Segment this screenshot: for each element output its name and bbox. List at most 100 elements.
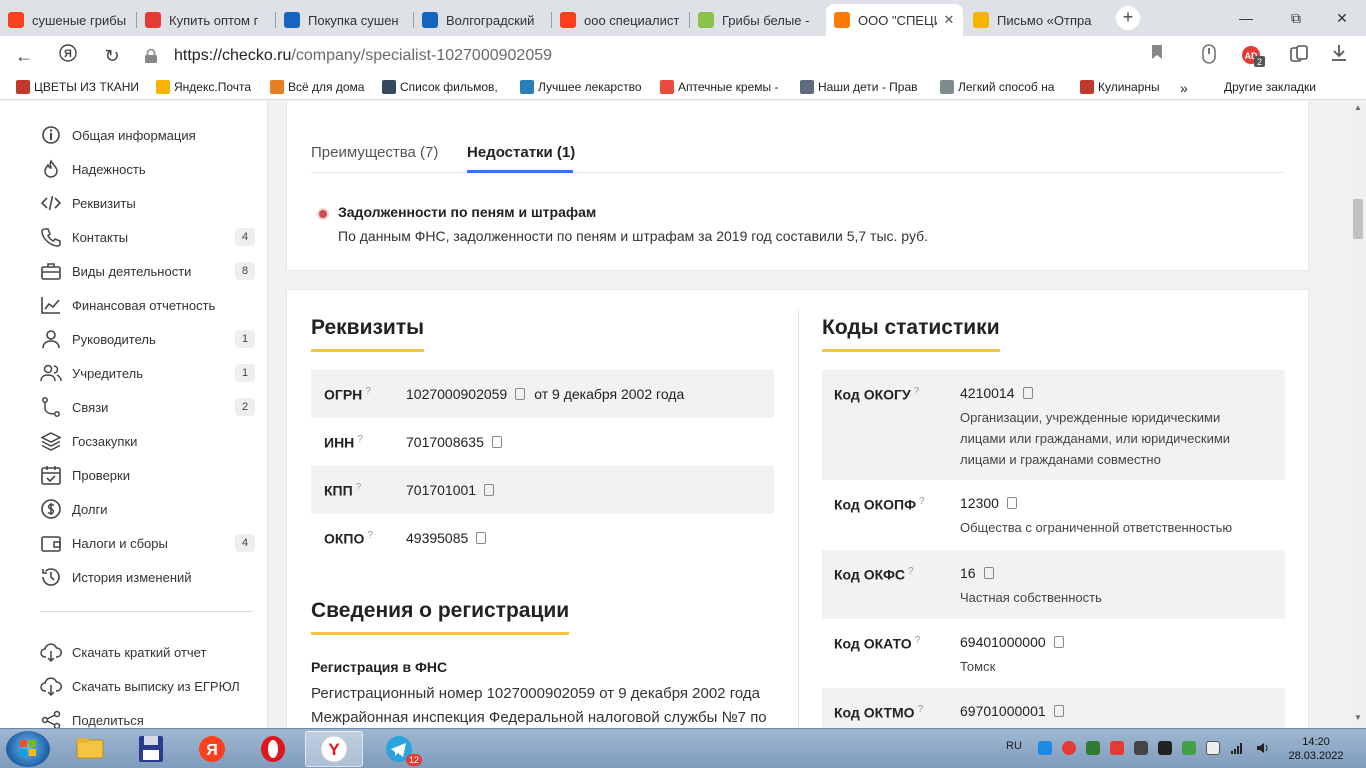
tab-advantages[interactable]: Преимущества (7) bbox=[311, 144, 438, 161]
adblock-icon[interactable]: AD 2 bbox=[1240, 44, 1266, 68]
start-button[interactable] bbox=[6, 731, 50, 767]
help-mark-icon[interactable]: ? bbox=[357, 434, 363, 445]
sidebar-item-inspections[interactable]: Проверки bbox=[40, 463, 255, 487]
sidebar-item-activities[interactable]: Виды деятельности 8 bbox=[40, 259, 255, 283]
signal-icon[interactable] bbox=[1230, 741, 1244, 755]
browser-tab[interactable]: Покупка сушен bbox=[276, 4, 413, 36]
browser-tab[interactable]: Грибы белые - bbox=[690, 4, 825, 36]
taskbar-app[interactable] bbox=[122, 731, 180, 767]
bookmark-item[interactable]: Список фильмов, bbox=[382, 80, 510, 94]
close-tab-icon[interactable]: ✕ bbox=[943, 12, 955, 28]
copy-icon[interactable] bbox=[1022, 387, 1033, 399]
vf-icon bbox=[422, 12, 438, 28]
bookmark-item[interactable]: Лучшее лекарство bbox=[520, 80, 652, 94]
yandex-button[interactable]: Я bbox=[56, 44, 80, 68]
help-mark-icon[interactable]: ? bbox=[915, 635, 921, 646]
restore-button[interactable]: ⧉ bbox=[1276, 6, 1316, 30]
skype-icon[interactable] bbox=[1038, 741, 1052, 755]
bookmark-item[interactable]: Аптечные кремы - bbox=[660, 80, 792, 94]
copy-icon[interactable] bbox=[1053, 705, 1064, 717]
help-mark-icon[interactable]: ? bbox=[365, 386, 371, 397]
collections-icon[interactable] bbox=[1286, 44, 1312, 68]
protect-icon[interactable] bbox=[1196, 44, 1222, 68]
copy-icon[interactable] bbox=[476, 532, 487, 544]
browser-tab[interactable]: сушеные грибы bbox=[0, 4, 136, 36]
taskbar-app[interactable]: Y bbox=[305, 731, 363, 767]
url-field[interactable]: https://checko.ru/company/specialist-102… bbox=[174, 47, 552, 65]
display-icon[interactable] bbox=[1158, 741, 1172, 755]
download-icon[interactable] bbox=[1326, 44, 1352, 68]
bookmark-icon[interactable] bbox=[1144, 44, 1170, 68]
bookmark-item[interactable]: Легкий способ на bbox=[940, 80, 1072, 94]
close-window-button[interactable]: ✕ bbox=[1322, 6, 1362, 30]
sidebar-item-history[interactable]: История изменений bbox=[40, 565, 255, 589]
sidebar-item-taxes[interactable]: Налоги и сборы 4 bbox=[40, 531, 255, 555]
bookmark-item[interactable]: ЦВЕТЫ ИЗ ТКАНИ bbox=[16, 80, 148, 94]
copy-icon[interactable] bbox=[1006, 497, 1017, 509]
language-indicator[interactable]: RU bbox=[1006, 740, 1022, 752]
help-mark-icon[interactable]: ? bbox=[914, 386, 920, 397]
bookmark-item[interactable]: Всё для дома bbox=[270, 80, 374, 94]
taskbar-app[interactable]: 12 bbox=[370, 731, 428, 767]
shield-icon[interactable] bbox=[1086, 741, 1100, 755]
browser-tab[interactable]: Волгоградский bbox=[414, 4, 551, 36]
copy-icon[interactable] bbox=[1053, 636, 1064, 648]
sidebar-item-reliability[interactable]: Надежность bbox=[40, 157, 255, 181]
download-short-report-button[interactable]: Скачать краткий отчет bbox=[40, 640, 255, 664]
volume-icon[interactable] bbox=[1256, 741, 1270, 755]
bookmark-item[interactable]: Наши дети - Прав bbox=[800, 80, 932, 94]
browser-tab[interactable]: ооо специалист bbox=[552, 4, 689, 36]
scroll-up-arrow-icon[interactable]: ▲ bbox=[1350, 103, 1366, 115]
extension-badge: 2 bbox=[1257, 57, 1262, 67]
stat-code-key: Код ОКТМО? bbox=[834, 704, 923, 721]
help-mark-icon[interactable]: ? bbox=[356, 482, 362, 493]
back-button[interactable]: ← bbox=[12, 44, 36, 68]
minimize-button[interactable]: — bbox=[1226, 6, 1266, 30]
copy-icon[interactable] bbox=[491, 436, 502, 448]
sidebar-item-relations[interactable]: Связи 2 bbox=[40, 395, 255, 419]
reload-button[interactable]: ↻ bbox=[100, 44, 124, 68]
lock-icon[interactable] bbox=[144, 48, 158, 64]
sidebar-item-contacts[interactable]: Контакты 4 bbox=[40, 225, 255, 249]
sidebar-item-financial[interactable]: Финансовая отчетность bbox=[40, 293, 255, 317]
sidebar-item-requisites[interactable]: Реквизиты bbox=[40, 191, 255, 215]
adblock-tray-icon[interactable] bbox=[1110, 741, 1124, 755]
scrollbar-thumb[interactable] bbox=[1353, 199, 1363, 239]
stat-code-value: 16 bbox=[960, 565, 1003, 581]
copy-icon[interactable] bbox=[515, 388, 526, 400]
page-scrollbar[interactable]: ▲ ▼ bbox=[1350, 101, 1366, 728]
share-button[interactable]: Поделиться bbox=[40, 708, 255, 728]
clock[interactable]: 14:20 28.03.2022 bbox=[1286, 735, 1346, 763]
usb-icon[interactable] bbox=[1206, 741, 1220, 755]
bookmark-item[interactable]: Яндекс.Почта bbox=[156, 80, 262, 94]
requisite-row: ОГРН? 1027000902059 от 9 декабря 2002 года bbox=[311, 370, 774, 418]
new-tab-button[interactable]: + bbox=[1116, 6, 1140, 30]
copy-icon[interactable] bbox=[484, 484, 495, 496]
tab-disadvantages[interactable]: Недостатки (1) bbox=[467, 144, 575, 161]
taskbar-app[interactable] bbox=[244, 731, 302, 767]
browser-tab[interactable]: Купить оптом г bbox=[137, 4, 275, 36]
sidebar-item-director[interactable]: Руководитель 1 bbox=[40, 327, 255, 351]
taskbar-app[interactable]: Я bbox=[183, 731, 241, 767]
more-bookmarks-button[interactable]: » bbox=[1180, 80, 1188, 96]
taskbar-app[interactable] bbox=[61, 731, 119, 767]
sidebar-item-debts[interactable]: Долги bbox=[40, 497, 255, 521]
help-mark-icon[interactable]: ? bbox=[918, 704, 924, 715]
scroll-down-arrow-icon[interactable]: ▼ bbox=[1350, 713, 1366, 725]
sidebar-item-general[interactable]: Общая информация bbox=[40, 123, 255, 147]
download-egrul-button[interactable]: Скачать выписку из ЕГРЮЛ bbox=[40, 674, 255, 698]
sidebar-item-procurement[interactable]: Госзакупки bbox=[40, 429, 255, 453]
other-bookmarks-button[interactable]: Другие закладки bbox=[1224, 80, 1316, 94]
bookmark-item[interactable]: Кулинарны bbox=[1080, 80, 1168, 94]
help-mark-icon[interactable]: ? bbox=[919, 496, 925, 507]
copy-icon[interactable] bbox=[983, 567, 994, 579]
update-icon[interactable] bbox=[1182, 741, 1196, 755]
browser-tab[interactable]: Письмо «Отпра bbox=[965, 4, 1105, 36]
sidebar-item-founder[interactable]: Учредитель 1 bbox=[40, 361, 255, 385]
browser-tab[interactable]: ООО "СПЕЦИ ✕ bbox=[826, 4, 963, 36]
bookmark-label: Легкий способ на bbox=[958, 80, 1055, 94]
help-mark-icon[interactable]: ? bbox=[908, 566, 914, 577]
help-mark-icon[interactable]: ? bbox=[367, 530, 373, 541]
monitor-icon[interactable] bbox=[1134, 741, 1148, 755]
antivirus-icon[interactable] bbox=[1062, 741, 1076, 755]
